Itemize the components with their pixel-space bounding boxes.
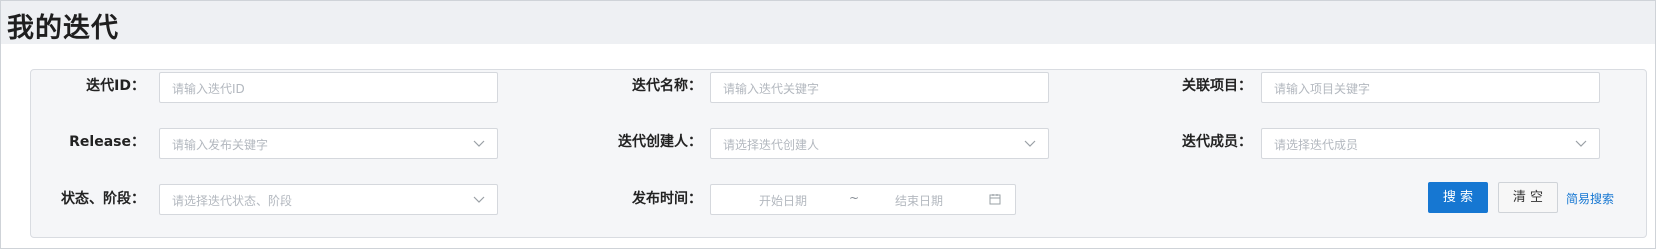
iteration-member-placeholder: 请选择迭代成员 [1274,138,1359,152]
release-select[interactable]: 请输入发布关键字 [159,128,498,159]
chevron-down-icon [1024,140,1036,147]
iteration-id-input[interactable]: 请输入迭代ID [159,72,498,103]
label-iteration-member: 迭代成员： [1182,134,1252,150]
simple-search-link[interactable]: 简易搜索 [1566,190,1614,207]
search-button[interactable]: 搜 索 [1428,182,1488,213]
release-placeholder: 请输入发布关键字 [172,138,269,152]
end-date-input[interactable]: 结束日期 [895,192,943,209]
related-project-placeholder: 请输入项目关键字 [1274,82,1371,96]
iteration-creator-select[interactable]: 请选择迭代创建人 [710,128,1049,159]
iteration-member-select[interactable]: 请选择迭代成员 [1261,128,1600,159]
label-release: Release： [69,134,145,150]
status-stage-select[interactable]: 请选择迭代状态、阶段 [159,184,498,215]
status-stage-placeholder: 请选择迭代状态、阶段 [172,194,293,208]
label-status-stage: 状态、阶段： [61,191,145,207]
publish-time-range[interactable]: 开始日期 ~ 结束日期 [710,184,1016,215]
date-separator: ~ [849,191,860,205]
iteration-name-input[interactable]: 请输入迭代关键字 [710,72,1049,103]
clear-button[interactable]: 清 空 [1498,182,1558,213]
page-header: 我的迭代 [1,1,1655,44]
calendar-icon [989,194,1001,205]
label-iteration-creator: 迭代创建人： [618,134,702,150]
label-related-project: 关联项目： [1182,78,1252,94]
chevron-down-icon [473,196,485,203]
label-publish-time: 发布时间： [632,191,702,207]
iteration-id-placeholder: 请输入迭代ID [172,82,245,96]
label-iteration-name: 迭代名称： [632,78,702,94]
page-title: 我的迭代 [7,13,119,44]
chevron-down-icon [473,140,485,147]
related-project-input[interactable]: 请输入项目关键字 [1261,72,1600,103]
iteration-name-placeholder: 请输入迭代关键字 [723,82,820,96]
label-iteration-id: 迭代ID： [86,78,145,94]
chevron-down-icon [1575,140,1587,147]
start-date-input[interactable]: 开始日期 [759,192,807,209]
iteration-creator-placeholder: 请选择迭代创建人 [723,138,820,152]
